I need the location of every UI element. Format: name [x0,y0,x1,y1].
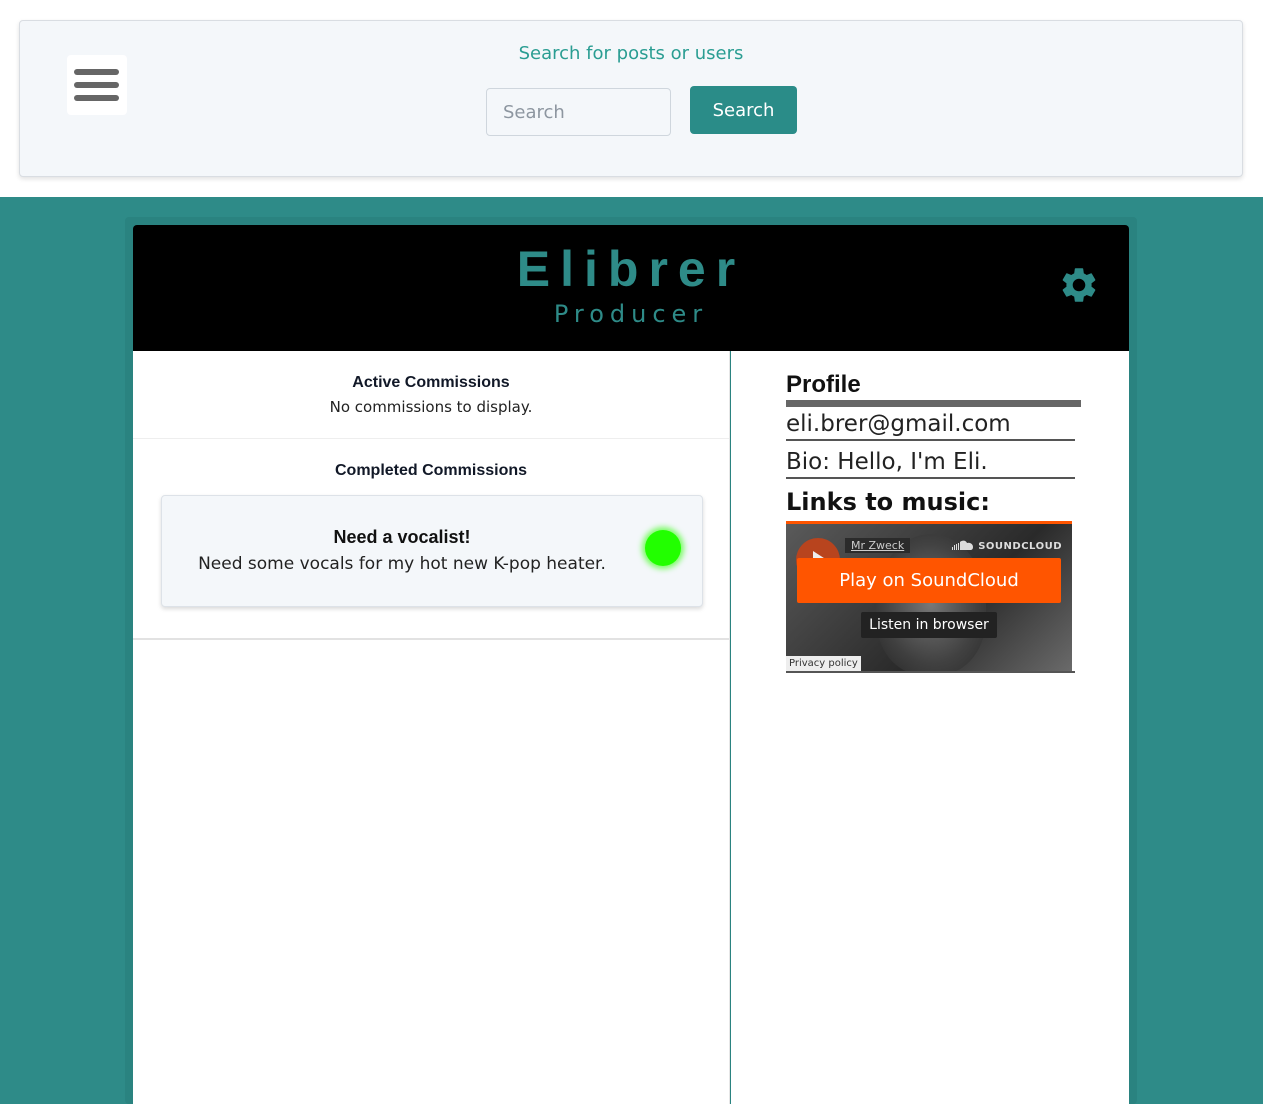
menu-bar-line [74,69,119,75]
menu-bar-line [74,95,119,101]
links-heading: Links to music: [786,488,990,516]
profile-email: eli.brer@gmail.com [786,411,1075,441]
gear-icon[interactable] [1058,264,1100,306]
profile-role: Producer [553,300,709,328]
search-input[interactable] [486,88,671,136]
commission-title: Need a vocalist! [333,527,471,547]
commissions-panel: Active Commissions No commissions to dis… [133,351,730,1104]
soundcloud-brand[interactable]: SOUNDCLOUD [952,540,1062,552]
links-underline [786,671,1075,673]
profile-panel: Profile eli.brer@gmail.com Bio: Hello, I… [731,351,1129,1104]
profile-bio: Bio: Hello, I'm Eli. [786,449,1075,479]
section-divider [133,638,729,640]
status-indicator [645,530,681,566]
profile-name: Elibrer [516,241,746,297]
section-divider [133,438,729,439]
profile-heading-underline [786,400,1081,407]
active-commissions-empty: No commissions to display. [329,398,533,416]
privacy-policy-link[interactable]: Privacy policy [786,656,861,671]
search-caption: Search for posts or users [518,43,744,64]
listen-in-browser-button[interactable]: Listen in browser [861,612,997,638]
profile-header: Elibrer Producer [133,225,1129,351]
menu-bar-line [74,82,119,88]
search-bar: Search for posts or users Search [19,20,1243,177]
soundcloud-brand-label: SOUNDCLOUD [978,541,1062,552]
search-button[interactable]: Search [690,86,797,134]
active-commissions-title: Active Commissions [352,374,510,391]
completed-commissions-title: Completed Commissions [334,462,528,479]
soundcloud-embed[interactable]: Mr Zweck SOUNDCLOUD Play on SoundCloud L… [786,521,1072,671]
hamburger-menu-icon[interactable] [67,55,127,115]
soundcloud-logo-icon [952,540,974,550]
soundcloud-artist-link[interactable]: Mr Zweck [845,538,911,553]
profile-heading: Profile [786,371,861,398]
play-on-soundcloud-button[interactable]: Play on SoundCloud [797,558,1061,603]
commission-description: Need some vocals for my hot new K-pop he… [198,554,606,574]
commission-card[interactable]: Need a vocalist! Need some vocals for my… [161,495,703,607]
